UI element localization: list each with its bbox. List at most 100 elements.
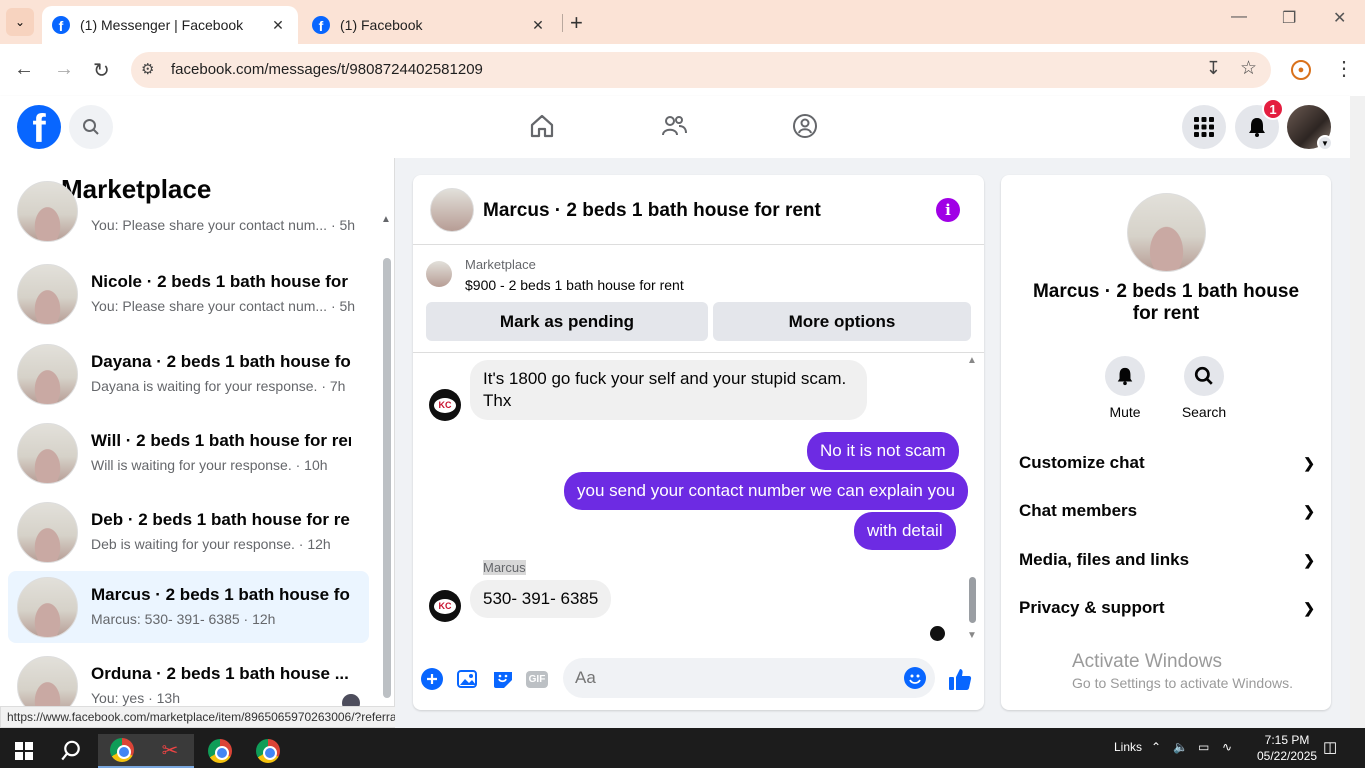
- bookmark-star-icon[interactable]: ☆: [1240, 57, 1257, 80]
- conversation-item-nicole[interactable]: Nicole · 2 beds 1 bath house for ... You…: [8, 258, 369, 330]
- facebook-logo-icon[interactable]: f: [17, 105, 61, 149]
- reload-icon[interactable]: ↻: [93, 58, 110, 83]
- chat-window: Marcus · 2 beds 1 bath house for rent i …: [413, 175, 984, 710]
- address-bar[interactable]: ⚙ facebook.com/messages/t/98087244025812…: [131, 52, 1271, 88]
- back-arrow-icon[interactable]: ←: [14, 58, 34, 81]
- groups-nav-button[interactable]: [789, 110, 821, 142]
- marketplace-label: Marketplace: [465, 257, 536, 272]
- scroll-up-arrow-icon[interactable]: ▲: [381, 214, 391, 225]
- mute-action[interactable]: Mute: [1085, 356, 1165, 420]
- account-avatar[interactable]: ▼: [1287, 105, 1333, 151]
- taskbar-chrome-1[interactable]: [98, 734, 146, 768]
- mark-as-pending-button[interactable]: Mark as pending: [426, 302, 708, 341]
- conversation-name: Nicole · 2 beds 1 bath house for ...: [91, 272, 351, 291]
- restore-window-icon[interactable]: ❐: [1282, 8, 1296, 28]
- chat-members-section[interactable]: Chat members ❯: [1019, 493, 1315, 529]
- forward-arrow-icon[interactable]: →: [54, 58, 74, 81]
- facebook-favicon-icon: f: [312, 16, 330, 34]
- mute-button[interactable]: [1105, 356, 1145, 396]
- listing-title[interactable]: $900 - 2 beds 1 bath house for rent: [465, 277, 684, 293]
- watermark-title: Activate Windows: [1072, 651, 1222, 672]
- sidebar-scrollbar[interactable]: [383, 258, 391, 698]
- conversation-name: Will · 2 beds 1 bath house for rent: [91, 431, 351, 450]
- smiley-icon: [909, 674, 921, 684]
- conversation-item-dayana[interactable]: Dayana · 2 beds 1 bath house fo... Dayan…: [8, 338, 369, 410]
- search-action[interactable]: Search: [1164, 356, 1244, 420]
- gif-button[interactable]: GIF: [525, 667, 549, 691]
- contact-name: Marcus · 2 beds 1 bath house for rent: [1032, 281, 1300, 324]
- taskbar-chrome-2[interactable]: [196, 734, 244, 768]
- listing-thumbnail: [17, 577, 78, 638]
- url-text[interactable]: facebook.com/messages/t/9808724402581209: [171, 61, 483, 78]
- scroll-down-arrow-icon[interactable]: ▼: [967, 630, 977, 641]
- chat-title[interactable]: Marcus · 2 beds 1 bath house for rent: [483, 200, 821, 222]
- conversation-item[interactable]: You: Please share your contact num... · …: [8, 181, 369, 259]
- contact-avatar[interactable]: [1127, 193, 1206, 272]
- wifi-icon[interactable]: ∿: [1222, 740, 1232, 754]
- taskbar-search-button[interactable]: [48, 734, 96, 768]
- read-receipt-avatar: [930, 626, 945, 641]
- chevron-down-icon: ⌄: [14, 15, 26, 29]
- messages-scrollbar[interactable]: [969, 577, 976, 623]
- facebook-search-button[interactable]: [69, 105, 113, 149]
- scissors-icon: ✂: [161, 739, 179, 762]
- chevron-down-icon: ❯: [1303, 551, 1315, 568]
- attach-photo-button[interactable]: [456, 667, 480, 691]
- conversation-preview: Will is waiting for your response. · 10h: [91, 457, 328, 473]
- message-bubble-incoming: It's 1800 go fuck your self and your stu…: [470, 360, 867, 420]
- more-options-button[interactable]: More options: [713, 302, 971, 341]
- privacy-support-section[interactable]: Privacy & support ❯: [1019, 590, 1315, 626]
- conversation-item-deb[interactable]: Deb · 2 beds 1 bath house for rent Deb i…: [8, 496, 369, 568]
- notification-count-badge: 1: [1262, 98, 1284, 120]
- chevron-down-icon: ❯: [1303, 502, 1315, 519]
- listing-avatar: [426, 261, 452, 287]
- more-actions-button[interactable]: [420, 667, 444, 691]
- friends-nav-button[interactable]: [658, 110, 690, 142]
- install-app-icon[interactable]: ↧: [1206, 58, 1221, 79]
- taskbar-clock[interactable]: 7:15 PM 05/22/2025: [1257, 732, 1317, 764]
- links-toolbar[interactable]: Links: [1114, 740, 1142, 754]
- menu-button[interactable]: [1182, 105, 1226, 149]
- close-window-icon[interactable]: ✕: [1333, 8, 1346, 28]
- tab-facebook[interactable]: f (1) Facebook ✕: [302, 6, 558, 44]
- clock-time: 7:15 PM: [1264, 733, 1310, 747]
- facebook-favicon-icon: f: [52, 16, 70, 34]
- search-button[interactable]: [1184, 356, 1224, 396]
- start-button[interactable]: [0, 734, 48, 768]
- message-input[interactable]: [563, 658, 935, 698]
- taskbar-chrome-3[interactable]: [244, 734, 292, 768]
- conversation-preview: Dayana is waiting for your response. · 7…: [91, 378, 346, 394]
- close-tab-icon[interactable]: ✕: [266, 17, 290, 34]
- browser-menu-icon[interactable]: ⋮: [1334, 56, 1354, 81]
- profile-icon[interactable]: ●: [1291, 60, 1311, 80]
- emoji-button[interactable]: [904, 667, 926, 689]
- info-icon[interactable]: i: [936, 198, 960, 222]
- like-button[interactable]: [948, 667, 972, 691]
- chrome-icon: [256, 739, 280, 763]
- conversation-item-marcus[interactable]: Marcus · 2 beds 1 bath house for... Marc…: [8, 571, 369, 643]
- photo-icon: [457, 670, 477, 688]
- notification-center-icon[interactable]: ◫: [1323, 738, 1337, 756]
- taskbar-snipping-tool[interactable]: ✂: [146, 734, 194, 768]
- chat-avatar[interactable]: [430, 188, 474, 232]
- scroll-up-arrow-icon[interactable]: ▲: [967, 355, 977, 366]
- section-label: Customize chat: [1019, 453, 1145, 472]
- minimize-window-icon[interactable]: —: [1231, 8, 1247, 26]
- media-files-links-section[interactable]: Media, files and links ❯: [1019, 542, 1315, 578]
- tab-search-button[interactable]: ⌄: [6, 8, 34, 36]
- speaker-icon[interactable]: 🔈: [1173, 740, 1188, 754]
- search-label: Search: [1181, 404, 1227, 420]
- conversation-item-will[interactable]: Will · 2 beds 1 bath house for rent Will…: [8, 417, 369, 489]
- bell-icon: [1249, 118, 1265, 137]
- battery-icon[interactable]: ▭: [1198, 740, 1209, 754]
- close-tab-icon[interactable]: ✕: [526, 17, 550, 34]
- tab-messenger[interactable]: f (1) Messenger | Facebook ✕: [42, 6, 298, 44]
- home-nav-button[interactable]: [526, 110, 558, 142]
- sticker-button[interactable]: [491, 667, 515, 691]
- site-settings-icon[interactable]: ⚙: [141, 60, 154, 78]
- page-scrollbar[interactable]: [1350, 96, 1365, 728]
- new-tab-plus-icon[interactable]: +: [570, 10, 583, 36]
- grid-menu-icon: [1194, 117, 1214, 137]
- customize-chat-section[interactable]: Customize chat ❯: [1019, 445, 1315, 481]
- chevron-up-icon[interactable]: ⌃: [1151, 740, 1161, 754]
